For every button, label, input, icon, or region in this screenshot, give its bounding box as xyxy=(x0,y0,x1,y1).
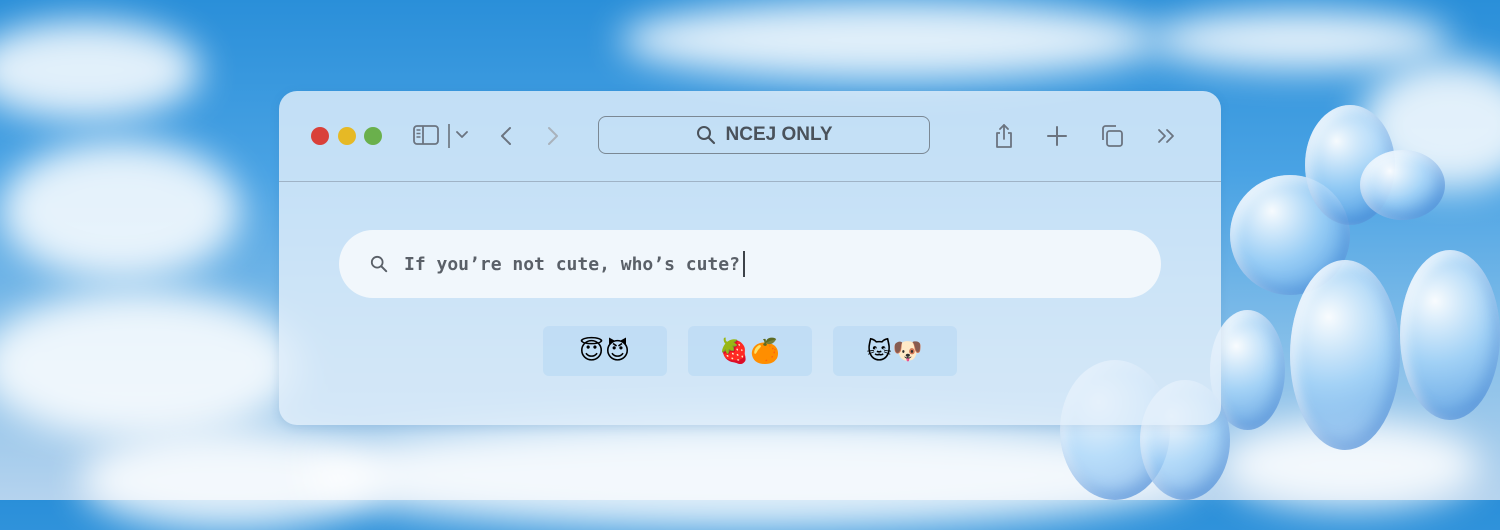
toolbar-divider xyxy=(448,124,450,148)
plus-icon xyxy=(1047,126,1067,146)
back-arrow-icon xyxy=(501,127,511,145)
cloud xyxy=(0,140,240,280)
browser-toolbar: NCEJ ONLY xyxy=(279,91,1221,182)
browser-window: NCEJ ONLY If you’re not cute, who’s cute… xyxy=(279,91,1221,425)
new-tab-button[interactable] xyxy=(1046,125,1068,147)
emoji-chip-cat-dog[interactable]: 🐱🐶 xyxy=(833,326,957,376)
emoji-chip-label: 🍓🍊 xyxy=(719,337,781,365)
more-toolbar-items-button[interactable] xyxy=(1156,125,1178,147)
minimize-window-button[interactable] xyxy=(338,127,356,145)
search-icon xyxy=(370,255,388,273)
back-button[interactable] xyxy=(496,124,516,148)
tab-overview-button[interactable] xyxy=(1100,124,1124,148)
cloud xyxy=(0,20,200,120)
cloud xyxy=(620,0,1160,80)
sidebar-menu-button[interactable] xyxy=(454,127,470,143)
emoji-chip-strawberry-orange[interactable]: 🍓🍊 xyxy=(688,326,812,376)
glass-blob xyxy=(1360,150,1445,220)
cloud xyxy=(0,290,300,440)
chevron-down-icon xyxy=(456,131,468,138)
forward-button[interactable] xyxy=(543,124,563,148)
address-bar-text: NCEJ ONLY xyxy=(725,124,833,145)
sidebar-toggle-button[interactable] xyxy=(412,123,440,147)
glass-blob xyxy=(1400,250,1500,420)
tabs-icon xyxy=(1102,125,1123,147)
text-cursor xyxy=(742,251,745,277)
emoji-chip-angel-devil[interactable]: 😇😈 xyxy=(543,326,667,376)
double-chevron-right-icon xyxy=(1158,129,1174,143)
search-query-text: If you’re not cute, who’s cute? xyxy=(404,253,740,275)
zoom-window-button[interactable] xyxy=(364,127,382,145)
search-input[interactable]: If you’re not cute, who’s cute? xyxy=(339,230,1161,298)
search-icon xyxy=(696,126,715,145)
cloud xyxy=(1150,10,1450,70)
glass-blob xyxy=(1290,260,1400,450)
emoji-chip-label: 🐱🐶 xyxy=(866,337,924,365)
forward-arrow-icon xyxy=(548,127,558,145)
share-icon xyxy=(996,124,1012,148)
close-window-button[interactable] xyxy=(311,127,329,145)
emoji-chip-label: 😇😈 xyxy=(578,337,632,365)
address-bar[interactable]: NCEJ ONLY xyxy=(598,116,930,154)
share-button[interactable] xyxy=(992,122,1016,150)
sidebar-icon xyxy=(413,125,439,145)
